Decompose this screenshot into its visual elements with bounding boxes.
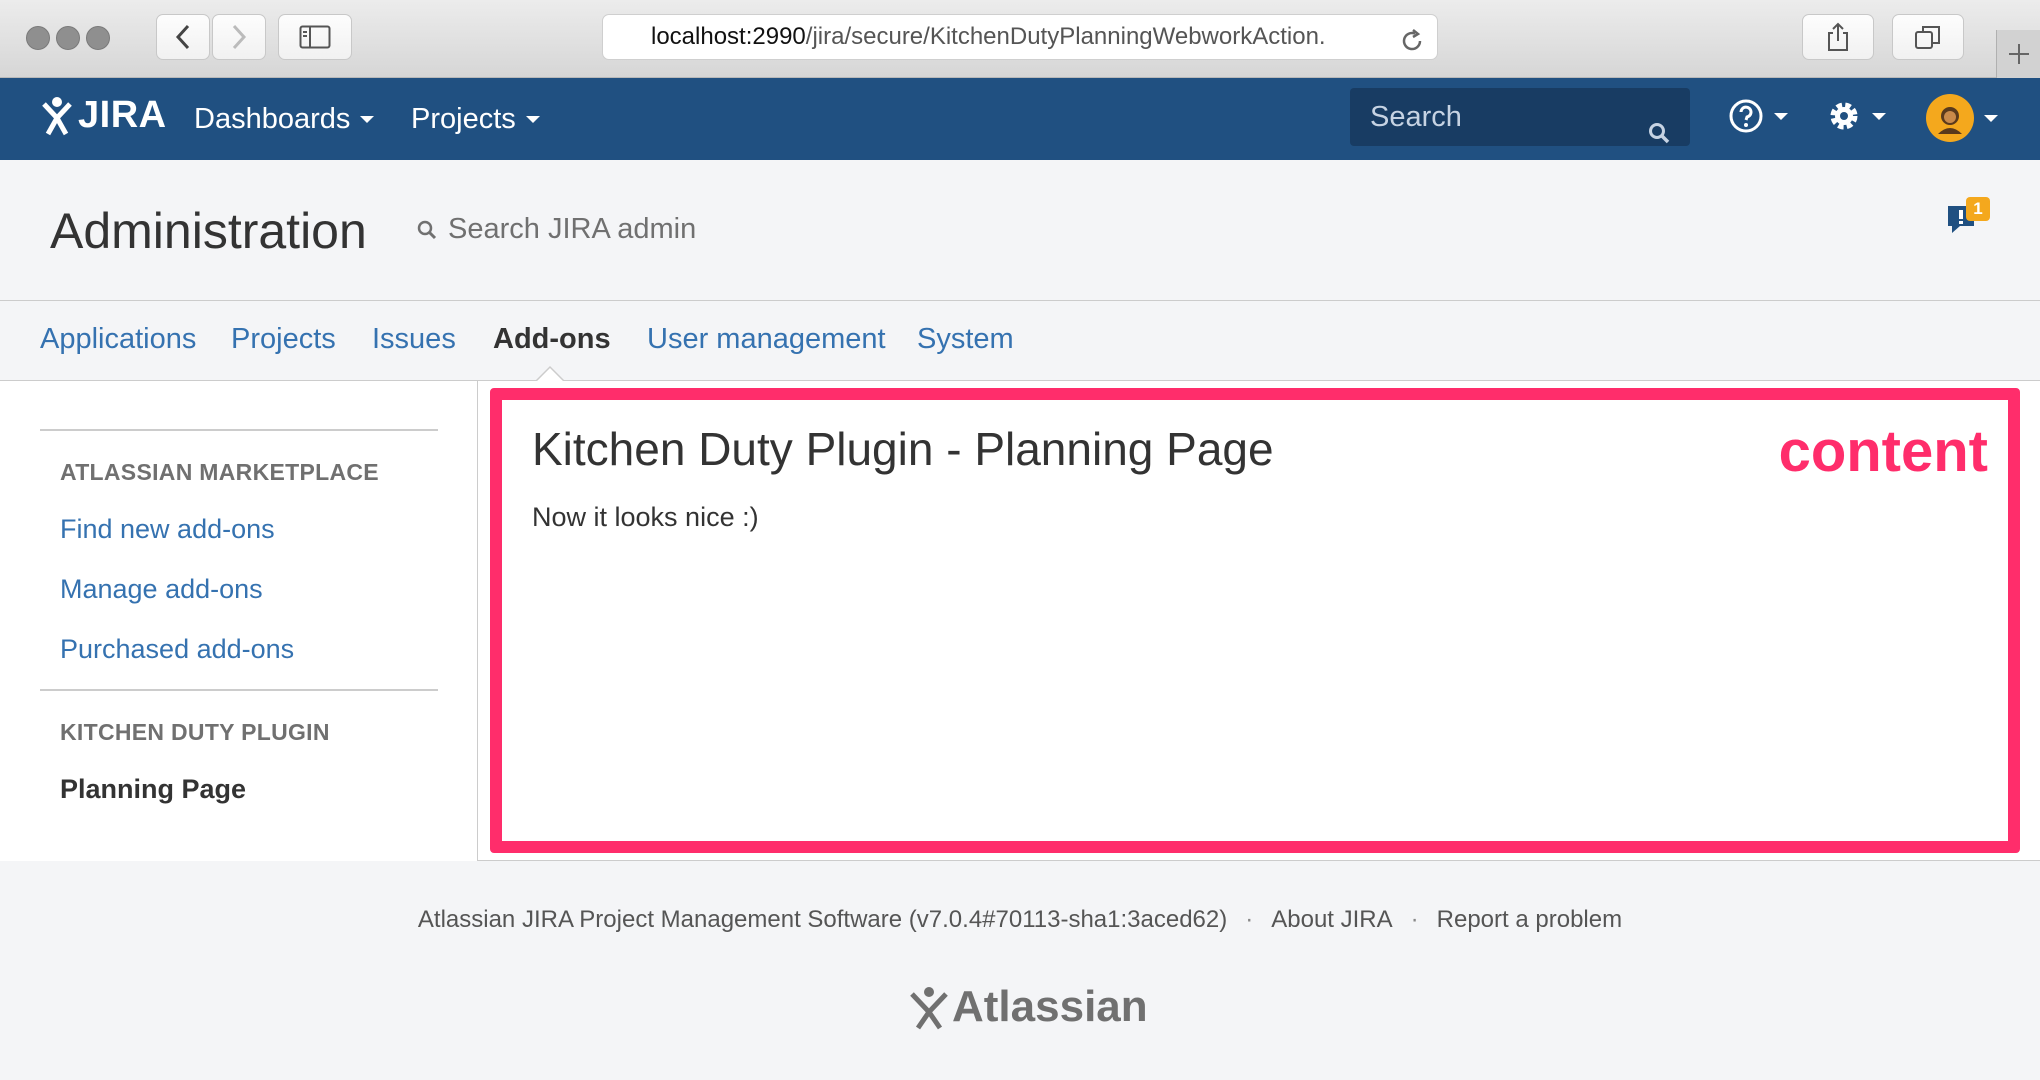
jira-logo[interactable]: JIRA bbox=[40, 94, 167, 137]
share-icon bbox=[1828, 22, 1848, 51]
plus-icon bbox=[2008, 44, 2029, 64]
footer-version-text: Atlassian JIRA Project Management Softwa… bbox=[417, 906, 1228, 933]
report-problem-link[interactable]: Report a problem bbox=[1437, 906, 1622, 933]
chevron-down-icon bbox=[1774, 112, 1788, 120]
help-menu[interactable] bbox=[1728, 98, 1788, 134]
chevron-down-icon bbox=[1984, 114, 1998, 122]
sidebar-item-purchased-add-ons[interactable]: Purchased add-ons bbox=[60, 634, 294, 665]
sidebar-icon bbox=[299, 25, 331, 49]
admin-search-label: Search JIRA admin bbox=[448, 213, 697, 245]
chevron-down-icon bbox=[360, 115, 375, 123]
gear-icon bbox=[1830, 102, 1858, 130]
sidebar-toggle-button[interactable] bbox=[278, 14, 352, 60]
sidebar-divider bbox=[40, 689, 438, 691]
tab-user-management[interactable]: User management bbox=[647, 323, 886, 356]
back-icon bbox=[175, 24, 190, 50]
tabs-icon bbox=[1915, 26, 1940, 49]
sidebar-item-find-new-add-ons[interactable]: Find new add-ons bbox=[60, 514, 275, 545]
footer-links: Atlassian JIRA Project Management Softwa… bbox=[0, 906, 2040, 934]
address-bar[interactable]: localhost:2990/jira/secure/KitchenDutyPl… bbox=[602, 14, 1438, 60]
jira-header: JIRA Dashboards Projects Search bbox=[0, 78, 2040, 160]
dashboards-menu[interactable]: Dashboards bbox=[194, 98, 375, 140]
tab-applications[interactable]: Applications bbox=[40, 323, 196, 356]
logo-text: JIRA bbox=[78, 94, 167, 136]
admin-settings-menu[interactable] bbox=[1826, 98, 1886, 134]
url-path: /jira/secure/KitchenDutyPlanningWebworkA… bbox=[805, 23, 1326, 50]
tab-projects[interactable]: Projects bbox=[231, 323, 336, 356]
notifications-button[interactable]: 1 bbox=[1946, 197, 1990, 243]
tab-issues[interactable]: Issues bbox=[372, 323, 456, 356]
search-placeholder: Search bbox=[1370, 101, 1462, 133]
sidebar-heading-kitchen-duty: KITCHEN DUTY PLUGIN bbox=[60, 719, 330, 745]
admin-sidebar: ATLASSIAN MARKETPLACE Find new add-ons M… bbox=[0, 381, 478, 861]
back-button[interactable] bbox=[156, 14, 210, 60]
tab-add-ons[interactable]: Add-ons bbox=[493, 323, 611, 356]
forward-button[interactable] bbox=[212, 14, 266, 60]
content-title: Kitchen Duty Plugin - Planning Page bbox=[532, 423, 1274, 475]
atlassian-logo-text: Atlassian bbox=[952, 982, 1148, 1031]
zoom-window-button[interactable] bbox=[86, 26, 110, 50]
reload-icon[interactable] bbox=[1399, 25, 1425, 59]
footer-separator: · bbox=[1245, 906, 1254, 933]
browser-toolbar: localhost:2990/jira/secure/KitchenDutyPl… bbox=[0, 0, 2040, 78]
avatar bbox=[1926, 94, 1974, 142]
user-menu[interactable] bbox=[1926, 94, 1998, 142]
close-window-button[interactable] bbox=[26, 26, 50, 50]
jira-logo-icon bbox=[42, 96, 72, 135]
content-highlight-box: Kitchen Duty Plugin - Planning Page Now … bbox=[490, 388, 2020, 853]
search-icon bbox=[417, 220, 437, 239]
search-icon bbox=[1648, 106, 1670, 164]
admin-search-input[interactable]: Search JIRA admin bbox=[416, 213, 696, 246]
footer: Atlassian JIRA Project Management Softwa… bbox=[0, 862, 2040, 1080]
tabs-overview-button[interactable] bbox=[1892, 14, 1964, 60]
content-annotation-label: content bbox=[1778, 419, 1988, 484]
content-text: Now it looks nice :) bbox=[532, 502, 759, 532]
share-button[interactable] bbox=[1802, 14, 1874, 60]
dashboards-label: Dashboards bbox=[194, 102, 351, 135]
sidebar-item-manage-add-ons[interactable]: Manage add-ons bbox=[60, 574, 263, 605]
sidebar-heading-marketplace: ATLASSIAN MARKETPLACE bbox=[60, 459, 379, 485]
chevron-down-icon bbox=[1872, 112, 1886, 120]
url-host: localhost:2990 bbox=[651, 23, 806, 50]
projects-label: Projects bbox=[411, 102, 516, 135]
sidebar-divider bbox=[40, 429, 438, 431]
active-tab-pointer bbox=[535, 365, 565, 382]
about-jira-link[interactable]: About JIRA bbox=[1271, 906, 1392, 933]
main-area: ATLASSIAN MARKETPLACE Find new add-ons M… bbox=[0, 381, 2040, 861]
admin-tabs: Applications Projects Issues Add-ons Use… bbox=[0, 301, 2040, 382]
atlassian-logo-icon bbox=[910, 987, 948, 1030]
atlassian-logo[interactable]: Atlassian bbox=[906, 982, 1148, 1032]
tab-system[interactable]: System bbox=[917, 323, 1014, 356]
sidebar-item-planning-page[interactable]: Planning Page bbox=[60, 774, 246, 805]
projects-menu[interactable]: Projects bbox=[411, 98, 540, 140]
minimize-window-button[interactable] bbox=[56, 26, 80, 50]
new-tab-button[interactable] bbox=[1996, 30, 2040, 78]
admin-header: Administration Search JIRA admin 1 bbox=[0, 160, 2040, 301]
notification-badge: 1 bbox=[1966, 197, 1990, 221]
footer-separator: · bbox=[1410, 906, 1419, 933]
help-icon bbox=[1729, 99, 1763, 133]
search-input[interactable]: Search bbox=[1350, 88, 1690, 146]
page-title: Administration bbox=[50, 203, 367, 259]
forward-icon bbox=[232, 24, 247, 50]
chevron-down-icon bbox=[525, 115, 540, 123]
